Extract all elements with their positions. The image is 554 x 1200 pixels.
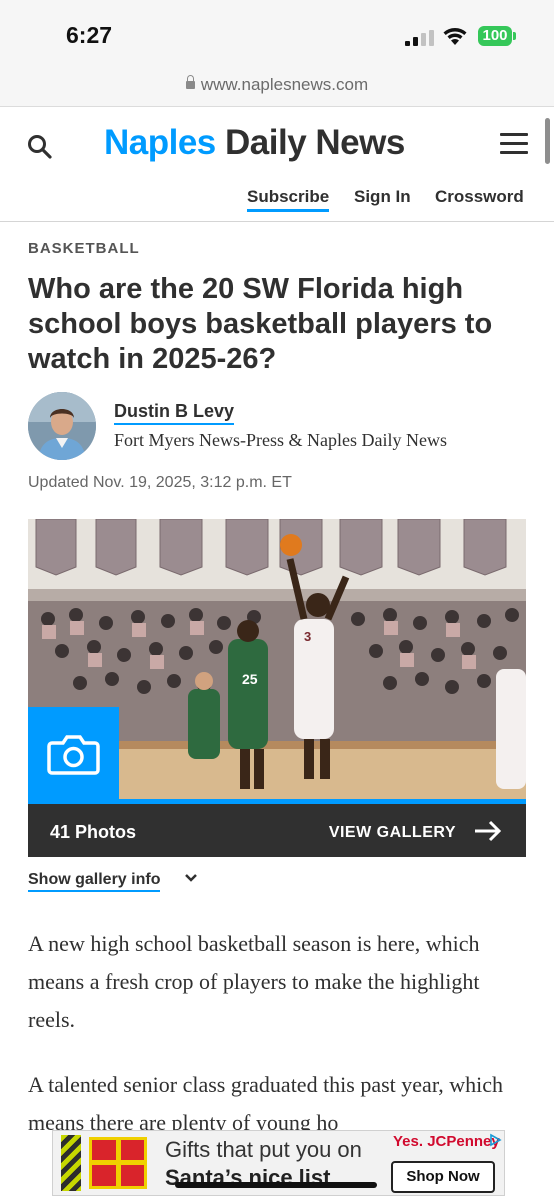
status-time: 6:27 [66,22,113,48]
show-gallery-info-link[interactable]: Show gallery info [28,871,161,892]
author-photo-icon [28,392,96,460]
svg-text:25: 25 [242,671,258,687]
gallery-camera-button[interactable] [28,707,119,803]
ad-brand-logo: Yes. JCPenney [393,1133,500,1150]
svg-text:3: 3 [304,629,311,644]
url-text: www.naplesnews.com [200,75,369,94]
battery-tip [513,32,516,40]
sign-in-link[interactable]: Sign In [354,187,411,207]
ad-stripe-graphic [61,1135,81,1191]
logo-daily-news: Daily News [225,123,405,162]
article-headline: Who are the 20 SW Florida high school bo… [28,273,493,375]
article-paragraph: A new high school basketball season is h… [28,931,480,1032]
page-scrollbar[interactable] [545,118,550,164]
lock-icon [185,75,195,89]
home-indicator[interactable] [175,1182,377,1188]
ad-headline: Gifts that put you on [165,1137,362,1162]
logo-naples: Naples [104,123,216,162]
shop-now-button[interactable]: Shop Now [391,1161,495,1193]
chevron-down-icon[interactable] [184,871,198,885]
photo-count: 41 Photos [50,822,137,842]
arrow-right-icon[interactable] [474,820,502,842]
wifi-icon [443,28,467,45]
article-updated-time: Updated Nov. 19, 2025, 3:12 p.m. ET [28,474,292,491]
author-avatar[interactable] [28,392,96,460]
url-display[interactable]: www.naplesnews.com [0,75,554,95]
header-links: Subscribe Sign In Crossword [0,187,554,213]
ad-choices-icon[interactable] [488,1133,502,1147]
search-icon[interactable] [27,134,53,160]
hamburger-menu-icon[interactable] [500,133,528,155]
cellular-signal-icon [405,30,434,46]
gallery-bar[interactable]: 41 Photos VIEW GALLERY [28,804,526,857]
status-bar: 6:27 100 [0,0,554,70]
view-gallery-button[interactable]: VIEW GALLERY [329,824,456,842]
site-logo[interactable]: Naples Daily News [104,123,405,163]
author-publication: Fort Myers News-Press & Naples Daily New… [114,430,447,450]
browser-url-bar[interactable]: www.naplesnews.com [0,70,554,107]
site-header: Naples Daily News Subscribe Sign In Cros… [0,107,554,222]
author-name-link[interactable]: Dustin B Levy [114,401,235,425]
battery-icon: 100 [478,26,512,46]
gift-box-icon [89,1137,147,1189]
camera-icon [47,735,100,775]
subscribe-link[interactable]: Subscribe [247,187,330,212]
article-category[interactable]: BASKETBALL [28,240,140,257]
crossword-link[interactable]: Crossword [435,187,524,207]
